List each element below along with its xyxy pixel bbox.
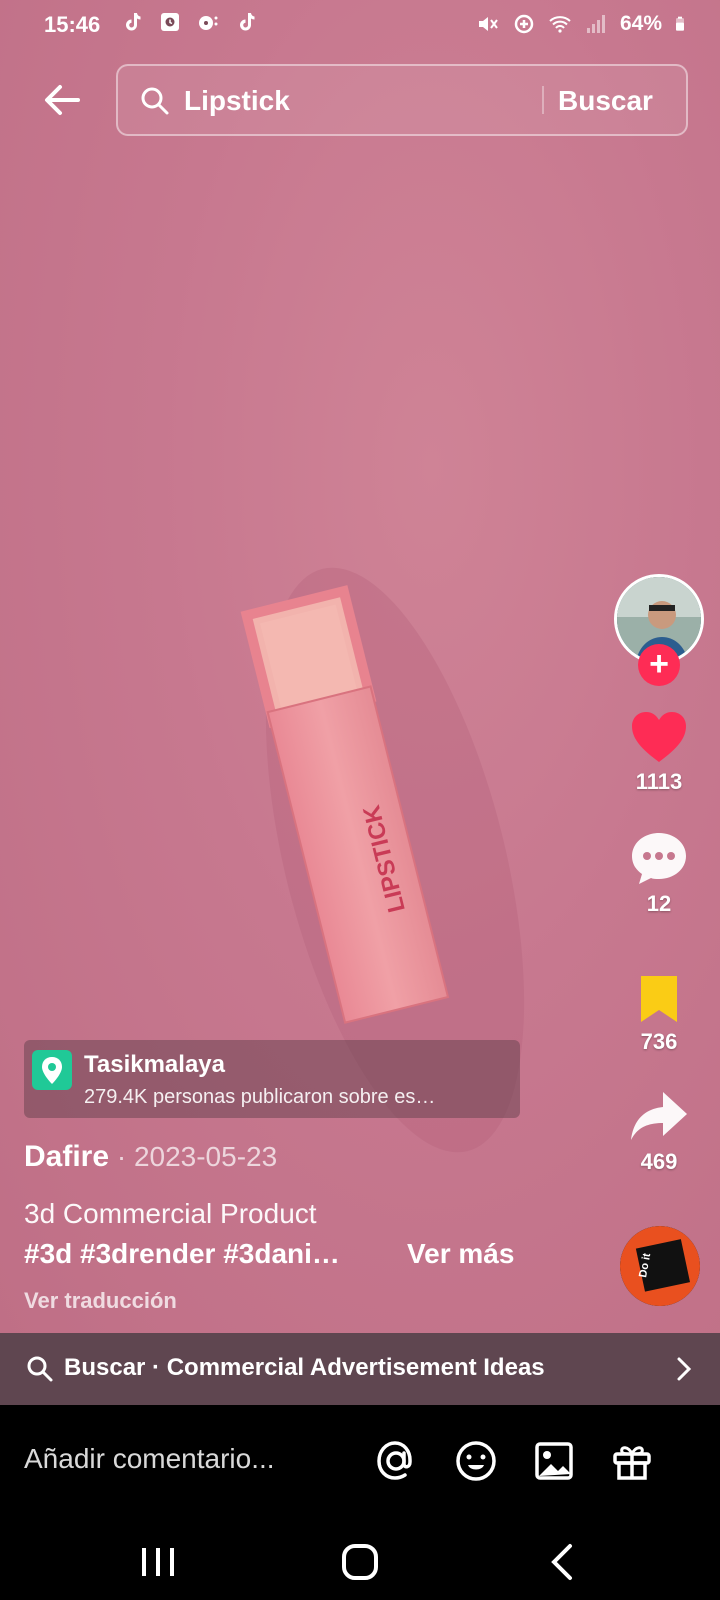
calendar-icon bbox=[161, 13, 179, 31]
creator-avatar[interactable]: + bbox=[614, 574, 704, 686]
tiktok-icon bbox=[240, 13, 255, 31]
comment-button[interactable]: 12 bbox=[614, 830, 704, 917]
author-line: Dafire · 2023-05-23 bbox=[24, 1140, 277, 1174]
battery-percent: 64% bbox=[619, 12, 662, 35]
at-icon[interactable] bbox=[374, 1439, 418, 1483]
system-status: 64% bbox=[476, 12, 690, 36]
back-icon[interactable] bbox=[544, 1542, 584, 1582]
search-icon bbox=[27, 1356, 53, 1382]
notification-icons bbox=[120, 10, 258, 34]
recent-apps-icon[interactable] bbox=[138, 1542, 178, 1582]
tiktok-icon bbox=[126, 13, 141, 31]
post-caption: 3d Commercial Product bbox=[24, 1198, 317, 1229]
share-count: 469 bbox=[640, 1149, 678, 1174]
emoji-icon[interactable] bbox=[454, 1439, 498, 1483]
heart-icon bbox=[632, 712, 686, 762]
system-nav-bar bbox=[0, 1520, 720, 1600]
image-icon[interactable] bbox=[532, 1439, 576, 1483]
search-suggestion-text: Buscar · Commercial Advertisement Ideas bbox=[64, 1354, 545, 1381]
share-arrow-icon bbox=[631, 1092, 687, 1140]
gift-icon[interactable] bbox=[610, 1439, 654, 1483]
see-more-link[interactable]: Ver más bbox=[407, 1238, 514, 1270]
location-card[interactable]: Tasikmalaya 279.4K personas publicaron s… bbox=[24, 1040, 520, 1118]
search-suggestion-bar[interactable]: Buscar · Commercial Advertisement Ideas bbox=[0, 1333, 720, 1405]
search-icon bbox=[141, 87, 169, 115]
location-pin-icon bbox=[32, 1050, 72, 1090]
location-subtitle: 279.4K personas publicaron sobre es… bbox=[84, 1086, 436, 1108]
mute-icon bbox=[478, 17, 498, 31]
save-count: 736 bbox=[640, 1029, 678, 1054]
comment-bubble-icon bbox=[632, 833, 686, 884]
follow-button[interactable]: + bbox=[638, 644, 680, 686]
status-bar: 15:46 64% bbox=[0, 0, 720, 52]
post-separator: · bbox=[109, 1141, 134, 1172]
post-date: 2023-05-23 bbox=[133, 1141, 278, 1172]
like-button[interactable]: 1113 bbox=[614, 710, 704, 795]
author-name[interactable]: Dafire bbox=[24, 1140, 109, 1173]
music-icon bbox=[199, 16, 218, 30]
share-button[interactable]: 469 bbox=[614, 1090, 704, 1175]
back-arrow-icon[interactable] bbox=[38, 78, 86, 126]
search-divider bbox=[542, 86, 544, 114]
music-disc[interactable]: Do it bbox=[620, 1226, 700, 1306]
music-disc-cover: Do it bbox=[620, 1226, 700, 1306]
data-saver-icon bbox=[514, 14, 534, 34]
home-icon[interactable] bbox=[340, 1542, 380, 1582]
like-count: 1113 bbox=[635, 769, 683, 794]
status-time: 15:46 bbox=[44, 12, 101, 37]
lipstick-product-image: LIPSTICK bbox=[240, 567, 525, 1153]
comment-input[interactable]: Añadir comentario... bbox=[24, 1443, 275, 1475]
signal-icon bbox=[586, 15, 605, 33]
comment-bar: Añadir comentario... bbox=[0, 1405, 720, 1520]
save-button[interactable]: 736 bbox=[614, 974, 704, 1055]
search-query[interactable]: Lipstick bbox=[184, 85, 290, 117]
see-translation-link[interactable]: Ver traducción bbox=[24, 1288, 177, 1314]
wifi-icon bbox=[549, 16, 571, 33]
post-hashtags[interactable]: #3d #3drender #3dani… bbox=[24, 1238, 340, 1270]
battery-icon bbox=[676, 16, 684, 31]
location-name: Tasikmalaya bbox=[84, 1051, 225, 1078]
search-bar[interactable]: Lipstick Buscar bbox=[116, 64, 688, 136]
search-button[interactable]: Buscar bbox=[558, 85, 653, 117]
chevron-right-icon bbox=[677, 1357, 692, 1381]
comment-count: 12 bbox=[646, 891, 672, 916]
bookmark-icon bbox=[641, 976, 677, 1022]
